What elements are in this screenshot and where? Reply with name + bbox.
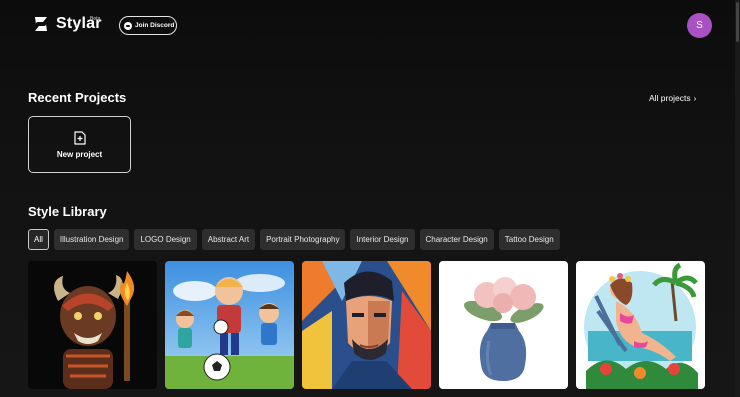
style-card-tiki-warrior[interactable]	[28, 261, 157, 389]
style-card-list	[28, 261, 713, 389]
scrollbar-thumb[interactable]	[736, 2, 739, 42]
style-card-kids-soccer[interactable]	[165, 261, 294, 389]
category-chip-interior-design[interactable]: Interior Design	[350, 229, 415, 250]
file-plus-icon	[74, 131, 86, 145]
beach-woman-illustration	[576, 261, 705, 389]
all-projects-label: All projects	[649, 93, 691, 103]
category-filter-bar: All Illustration Design LOGO Design Abst…	[28, 229, 565, 250]
category-chip-character-design[interactable]: Character Design	[419, 229, 494, 250]
category-chip-illustration-design[interactable]: Illustration Design	[53, 229, 130, 250]
style-card-beach-woman[interactable]	[576, 261, 705, 389]
stylar-logo-icon	[35, 17, 47, 31]
avatar[interactable]: S	[687, 13, 712, 38]
kids-soccer-illustration	[165, 261, 294, 389]
flower-vase-illustration	[439, 261, 568, 389]
all-projects-link[interactable]: All projects ›	[649, 93, 696, 103]
top-bar: Stylar Beta Join Discord S	[0, 0, 740, 52]
join-discord-label: Join Discord	[135, 22, 175, 29]
recent-projects-title: Recent Projects	[28, 90, 127, 105]
discord-icon	[124, 21, 132, 30]
category-chip-all[interactable]: All	[28, 229, 49, 250]
tiki-warrior-illustration	[28, 261, 157, 389]
chevron-right-icon: ›	[693, 93, 697, 103]
beta-badge: Beta	[90, 16, 101, 22]
style-card-flower-vase[interactable]	[439, 261, 568, 389]
new-project-label: New project	[56, 150, 103, 159]
category-chip-abstract-art[interactable]: Abstract Art	[201, 229, 256, 250]
category-chip-tattoo-design[interactable]: Tattoo Design	[498, 229, 560, 250]
category-chip-logo-design[interactable]: LOGO Design	[134, 229, 197, 250]
new-project-button[interactable]: New project	[28, 116, 131, 173]
style-card-geometric-portrait[interactable]	[302, 261, 431, 389]
join-discord-button[interactable]: Join Discord	[119, 16, 177, 35]
category-chip-portrait-photography[interactable]: Portrait Photography	[260, 229, 346, 250]
geometric-portrait-illustration	[302, 261, 431, 389]
scrollbar[interactable]	[735, 0, 740, 397]
style-library-title: Style Library	[28, 204, 107, 219]
